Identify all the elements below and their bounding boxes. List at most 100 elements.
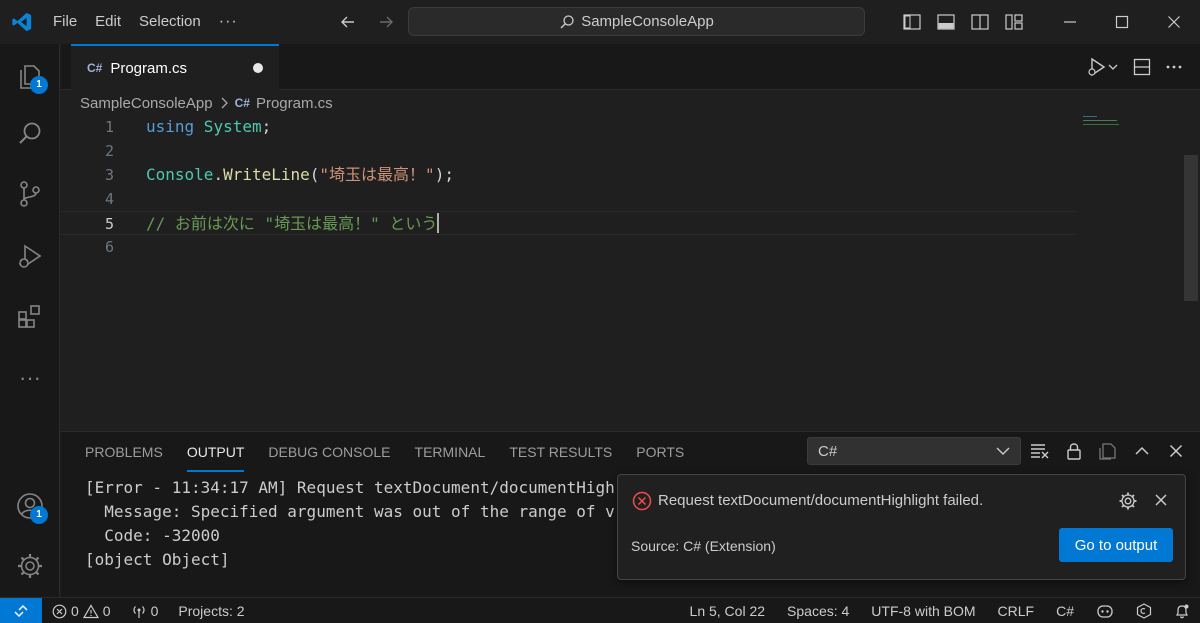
- output-log[interactable]: [Error - 11:34:17 AM] Request textDocume…: [85, 476, 615, 572]
- close-notification-icon[interactable]: [1152, 491, 1170, 509]
- minimap[interactable]: [1081, 115, 1141, 155]
- csharp-file-icon: C#: [234, 96, 250, 110]
- type-console: Console: [146, 165, 214, 184]
- output-line: [object Object]: [85, 550, 230, 569]
- forward-arrow-icon[interactable]: [372, 8, 400, 36]
- tab-output[interactable]: OUTPUT: [175, 432, 257, 472]
- breadcrumb-file[interactable]: Program.cs: [256, 95, 333, 112]
- run-debug-icon[interactable]: [0, 232, 60, 280]
- line-number: 2: [104, 142, 114, 160]
- split-editor-icon[interactable]: [1130, 53, 1154, 81]
- code-editor[interactable]: 1 using System; 2 3 Console.WriteLine("埼…: [61, 115, 1200, 431]
- command-center-search[interactable]: SampleConsoleApp: [408, 7, 865, 36]
- warning-count: 0: [102, 603, 111, 619]
- toggle-secondary-sidebar-icon[interactable]: [966, 8, 994, 36]
- customize-layout-icon[interactable]: [1000, 8, 1028, 36]
- breadcrumb-project[interactable]: SampleConsoleApp: [80, 95, 213, 112]
- punctuation: );: [434, 165, 454, 184]
- lock-scroll-icon[interactable]: [1061, 437, 1087, 465]
- menu-edit[interactable]: Edit: [86, 8, 130, 36]
- close-window-icon[interactable]: [1148, 0, 1200, 44]
- tab-problems[interactable]: PROBLEMS: [73, 432, 175, 472]
- punctuation: (: [309, 165, 320, 184]
- code-line-3: 3 Console.WriteLine("埼玉は最高！");: [61, 163, 1075, 187]
- manage-gear-icon[interactable]: [0, 542, 60, 590]
- channel-value: C#: [818, 442, 838, 460]
- search-view-icon[interactable]: [0, 110, 60, 158]
- chevron-down-icon: [996, 446, 1010, 456]
- toggle-panel-icon[interactable]: [932, 8, 960, 36]
- breadcrumb: SampleConsoleApp C# Program.cs: [80, 92, 333, 114]
- menu-selection[interactable]: Selection: [130, 8, 210, 36]
- ports-status[interactable]: 0: [131, 603, 159, 619]
- csharp-file-icon: C#: [87, 61, 103, 75]
- close-panel-icon[interactable]: [1163, 437, 1189, 465]
- activity-bar: 1 ··· 1: [0, 44, 60, 597]
- remote-indicator-icon[interactable]: [0, 598, 42, 623]
- output-line: Code: -32000: [85, 526, 220, 545]
- minimize-icon[interactable]: [1044, 0, 1096, 44]
- tab-test-results[interactable]: TEST RESULTS: [497, 432, 624, 472]
- notification-source: Source: C# (Extension): [631, 538, 776, 554]
- more-views-button[interactable]: ···: [0, 354, 60, 402]
- notifications-bell-icon[interactable]: [1174, 603, 1190, 619]
- editor-scrollbar[interactable]: [1184, 155, 1198, 301]
- menu-bar: File Edit Selection ···: [44, 0, 247, 44]
- tab-program-cs[interactable]: C# Program.cs: [71, 44, 279, 90]
- file-encoding[interactable]: UTF-8 with BOM: [871, 603, 975, 619]
- open-output-editor-icon[interactable]: [1095, 437, 1121, 465]
- accounts-badge: 1: [30, 506, 48, 524]
- error-icon: [52, 604, 67, 619]
- more-actions-icon[interactable]: [1162, 53, 1186, 81]
- source-control-icon[interactable]: [0, 170, 60, 218]
- line-number: 4: [104, 190, 114, 208]
- line-number: 6: [104, 238, 114, 256]
- explorer-badge: 1: [30, 76, 48, 94]
- line-number: 1: [104, 118, 114, 136]
- unsaved-dot-icon[interactable]: [253, 63, 263, 73]
- menu-more-button[interactable]: ···: [210, 8, 247, 36]
- run-debug-dropdown-icon[interactable]: [1084, 53, 1122, 81]
- explorer-icon[interactable]: 1: [0, 52, 60, 100]
- menu-file[interactable]: File: [44, 8, 86, 36]
- code-line-1: 1 using System;: [61, 115, 1075, 139]
- code-line-2: 2: [61, 139, 1075, 163]
- line-ending[interactable]: CRLF: [998, 603, 1035, 619]
- extensions-icon[interactable]: [0, 292, 60, 340]
- string-literal: "埼玉は最高！": [319, 165, 435, 184]
- warning-icon: [82, 603, 99, 619]
- maximize-panel-icon[interactable]: [1129, 437, 1155, 465]
- cursor-position[interactable]: Ln 5, Col 22: [690, 603, 766, 619]
- status-bar: 0 0 0 Projects: 2 Ln 5, Col 22 Spaces: 4…: [0, 597, 1200, 623]
- back-arrow-icon[interactable]: [334, 8, 362, 36]
- tab-debug-console[interactable]: DEBUG CONSOLE: [256, 432, 402, 472]
- notification-message: Request textDocument/documentHighlight f…: [658, 492, 984, 509]
- namespace-system: System: [194, 117, 262, 136]
- keyword-using: using: [146, 117, 195, 136]
- language-mode[interactable]: C#: [1056, 603, 1074, 619]
- output-line: Message: Specified argument was out of t…: [85, 502, 615, 521]
- comment: // お前は次に "埼玉は最高！" という: [146, 214, 438, 233]
- tab-terminal[interactable]: TERMINAL: [403, 432, 498, 472]
- chevron-right-icon: [219, 97, 229, 109]
- punctuation: ;: [261, 117, 272, 136]
- tab-ports[interactable]: PORTS: [624, 432, 696, 472]
- error-count: 0: [71, 603, 79, 619]
- code-line-5: 5 // お前は次に "埼玉は最高！" という: [61, 211, 1075, 235]
- clear-output-icon[interactable]: [1027, 437, 1053, 465]
- go-to-output-button[interactable]: Go to output: [1059, 528, 1173, 562]
- accounts-icon[interactable]: 1: [0, 482, 60, 530]
- line-number: 3: [104, 166, 114, 184]
- problems-status[interactable]: 0 0: [52, 603, 111, 619]
- ports-count: 0: [150, 603, 159, 619]
- broadcast-icon: [131, 603, 147, 619]
- search-text: SampleConsoleApp: [581, 13, 714, 30]
- csharp-devkit-icon[interactable]: [1136, 603, 1152, 619]
- maximize-icon[interactable]: [1096, 0, 1148, 44]
- notification-settings-gear-icon[interactable]: [1118, 491, 1138, 511]
- indentation[interactable]: Spaces: 4: [787, 603, 849, 619]
- projects-status[interactable]: Projects: 2: [178, 603, 244, 619]
- copilot-icon[interactable]: [1096, 603, 1114, 619]
- toggle-primary-sidebar-icon[interactable]: [898, 8, 926, 36]
- output-channel-select[interactable]: C#: [807, 437, 1021, 465]
